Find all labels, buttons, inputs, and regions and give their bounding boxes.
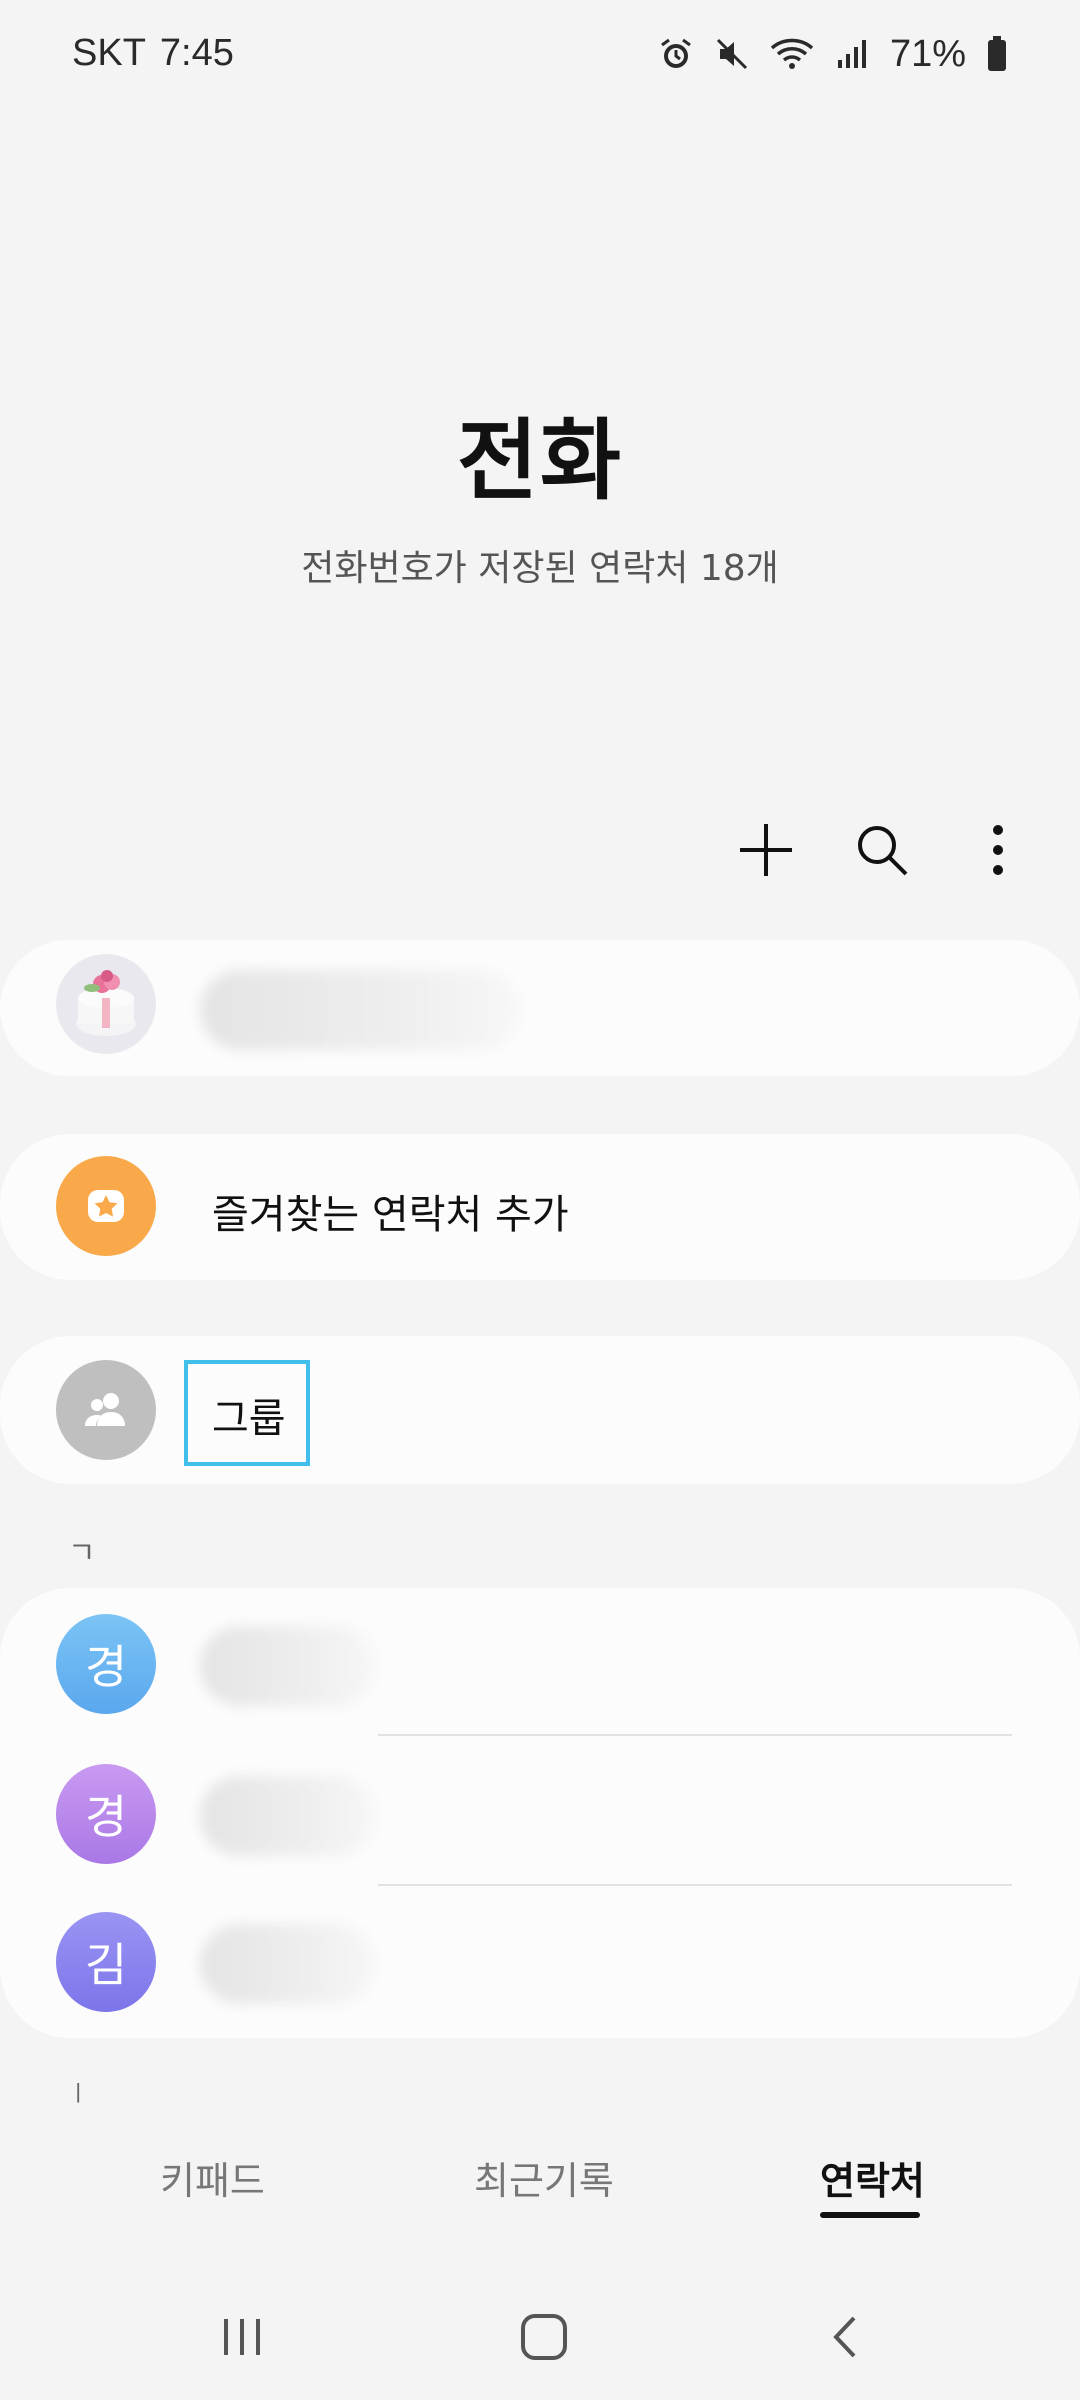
favorites-avatar [56, 1156, 156, 1256]
star-icon [88, 1190, 124, 1222]
battery-icon [986, 35, 1008, 73]
contact-row[interactable]: 경 [0, 1588, 1080, 1738]
back-icon [833, 2316, 856, 2358]
toolbar [734, 810, 1030, 890]
add-favorites-label: 즐겨찾는 연락처 추가 [212, 1192, 569, 1238]
contact-name-blurred [200, 1626, 376, 1706]
contact-name-blurred [200, 1924, 376, 2004]
tab-contacts[interactable]: 연락처 [820, 2150, 925, 2205]
recent-apps-button[interactable] [202, 2302, 282, 2372]
bottom-tab-bar: 키패드 최근기록 연락처 [0, 2150, 1080, 2230]
cake-photo [58, 956, 154, 1052]
groups-card[interactable]: 그룹 [0, 1336, 1080, 1484]
add-contact-button[interactable] [734, 818, 798, 882]
plus-icon [740, 824, 792, 876]
section-index-letter-next: ㅣ [68, 2082, 89, 2107]
home-button[interactable] [504, 2302, 584, 2372]
contact-avatar: 경 [56, 1764, 156, 1864]
carrier-label: SKT [72, 32, 146, 74]
contacts-list-card: 경 경 김 [0, 1588, 1080, 2038]
status-left: SKT 7:45 [72, 32, 248, 75]
add-favorites-card[interactable]: 즐겨찾는 연락처 추가 [0, 1134, 1080, 1280]
contact-avatar: 경 [56, 1614, 156, 1714]
contact-row[interactable]: 김 [0, 1888, 1080, 2038]
contact-avatar: 김 [56, 1912, 156, 2012]
mute-icon [714, 36, 750, 72]
contact-row[interactable]: 경 [0, 1738, 1080, 1888]
clock: 7:45 [159, 32, 234, 74]
battery-percent: 71% [889, 32, 966, 75]
groups-avatar [56, 1360, 156, 1460]
search-icon [858, 826, 908, 876]
active-tab-indicator [820, 2212, 920, 2218]
signal-icon [834, 36, 870, 72]
header: 전화 전화번호가 저장된 연락처 18개 [0, 390, 1080, 591]
section-index-letter: ㄱ [68, 1536, 96, 1571]
profile-avatar [56, 954, 156, 1054]
more-options-button[interactable] [966, 818, 1030, 882]
group-icon [85, 1393, 125, 1426]
contact-count-subtitle: 전화번호가 저장된 연락처 18개 [301, 548, 779, 589]
profile-name-blurred [200, 970, 520, 1050]
home-icon [521, 2314, 567, 2360]
contact-name-blurred [200, 1776, 376, 1856]
recent-apps-icon [224, 2319, 260, 2355]
status-right: 71% [658, 30, 1008, 78]
wifi-icon [770, 36, 814, 72]
row-divider [378, 1734, 1012, 1736]
system-nav-bar [0, 2290, 1080, 2380]
page-title: 전화 [457, 409, 623, 512]
tab-recent[interactable]: 최근기록 [474, 2150, 614, 2205]
more-options-icon [993, 825, 1003, 875]
status-bar: SKT 7:45 71% [0, 0, 1080, 110]
groups-label: 그룹 [212, 1396, 286, 1442]
search-button[interactable] [850, 818, 914, 882]
my-profile-card[interactable] [0, 940, 1080, 1076]
row-divider [378, 1884, 1012, 1886]
alarm-icon [658, 36, 694, 72]
back-button[interactable] [806, 2302, 886, 2372]
tab-keypad[interactable]: 키패드 [160, 2150, 265, 2205]
